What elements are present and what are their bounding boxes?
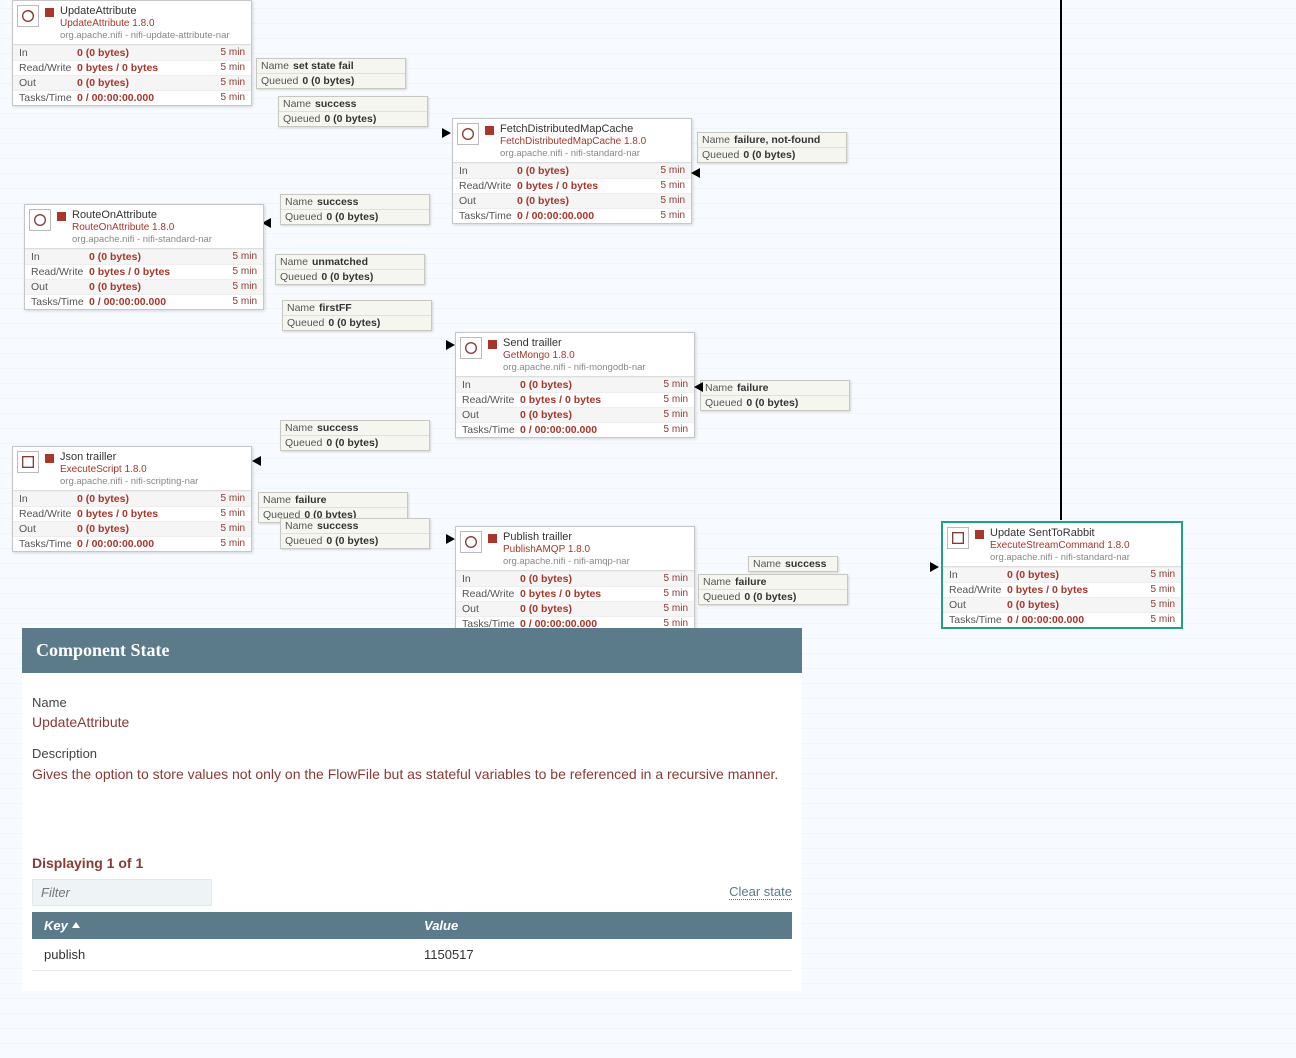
processor-publish-trailler[interactable]: Publish trailler PublishAMQP 1.8.0 org.a… — [455, 526, 695, 632]
processor-icon — [457, 123, 479, 145]
stopped-icon — [45, 454, 54, 463]
state-value: 1150517 — [412, 939, 792, 970]
processor-update-sent-to-rabbit[interactable]: Update SentToRabbit ExecuteStreamCommand… — [942, 522, 1182, 628]
flow-canvas[interactable]: UpdateAttribute UpdateAttribute 1.8.0 or… — [0, 0, 1296, 630]
column-value[interactable]: Value — [412, 912, 792, 939]
stopped-icon — [975, 530, 984, 539]
connection-unmatched[interactable]: Nameunmatched Queued0 (0 bytes) — [275, 254, 425, 285]
connection-success-2[interactable]: Namesuccess Queued0 (0 bytes) — [280, 194, 430, 225]
processor-icon — [29, 209, 51, 231]
connection-success-5[interactable]: Namesuccess — [748, 556, 838, 572]
connection-firstff[interactable]: NamefirstFF Queued0 (0 bytes) — [282, 300, 432, 331]
processor-type: UpdateAttribute 1.8.0 — [60, 18, 230, 30]
processor-update-attribute[interactable]: UpdateAttribute UpdateAttribute 1.8.0 or… — [12, 0, 252, 106]
connection-failure-1[interactable]: Namefailure Queued0 (0 bytes) — [700, 380, 850, 411]
processor-name: UpdateAttribute — [60, 5, 230, 18]
column-key[interactable]: Key — [32, 912, 412, 939]
processor-send-trailler[interactable]: Send trailler GetMongo 1.8.0 org.apache.… — [455, 332, 695, 438]
processor-route-on-attribute[interactable]: RouteOnAttribute RouteOnAttribute 1.8.0 … — [24, 204, 264, 310]
stopped-icon — [45, 8, 54, 17]
connection-set-state-fail[interactable]: Nameset state fail Queued0 (0 bytes) — [256, 58, 406, 89]
arrowhead-icon — [694, 382, 703, 392]
state-table-header: Key Value — [32, 912, 792, 939]
connection-success-4[interactable]: Namesuccess Queued0 (0 bytes) — [280, 518, 430, 549]
sort-asc-icon — [72, 922, 80, 928]
name-label: Name — [32, 695, 792, 710]
connection-failure-3[interactable]: Namefailure Queued0 (0 bytes) — [698, 574, 848, 605]
processor-icon — [947, 527, 969, 549]
processor-json-trailler[interactable]: Json trailler ExecuteScript 1.8.0 org.ap… — [12, 446, 252, 552]
arrowhead-icon — [446, 340, 455, 350]
processor-icon — [17, 5, 39, 27]
arrowhead-icon — [930, 562, 939, 572]
connection-success-1[interactable]: Namesuccess Queued0 (0 bytes) — [278, 96, 428, 127]
state-key: publish — [32, 939, 412, 970]
description-value: Gives the option to store values not onl… — [32, 765, 792, 785]
dialog-title: Component State — [22, 628, 802, 673]
arrowhead-icon — [442, 128, 451, 138]
stopped-icon — [57, 212, 66, 221]
stopped-icon — [488, 534, 497, 543]
arrowhead-icon — [691, 168, 700, 178]
processor-icon — [460, 337, 482, 359]
component-state-dialog: Component State Name UpdateAttribute Des… — [22, 628, 802, 991]
clear-state-link[interactable]: Clear state — [729, 884, 792, 900]
state-table-row[interactable]: publish 1150517 — [32, 939, 792, 971]
processor-bundle: org.apache.nifi - nifi-update-attribute-… — [60, 30, 230, 41]
description-label: Description — [32, 746, 792, 761]
processor-icon — [17, 451, 39, 473]
processor-icon — [460, 531, 482, 553]
stopped-icon — [488, 340, 497, 349]
connection-failure-not-found[interactable]: Namefailure, not-found Queued0 (0 bytes) — [697, 132, 847, 163]
connection-success-3[interactable]: Namesuccess Queued0 (0 bytes) — [280, 420, 430, 451]
arrowhead-icon — [446, 534, 455, 544]
arrowhead-icon — [252, 456, 261, 466]
displaying-count: Displaying 1 of 1 — [32, 855, 792, 871]
stopped-icon — [485, 126, 494, 135]
name-value: UpdateAttribute — [32, 714, 792, 730]
connector-line — [1060, 0, 1062, 520]
filter-input[interactable] — [32, 879, 212, 906]
processor-fetch-cache[interactable]: FetchDistributedMapCache FetchDistribute… — [452, 118, 692, 224]
